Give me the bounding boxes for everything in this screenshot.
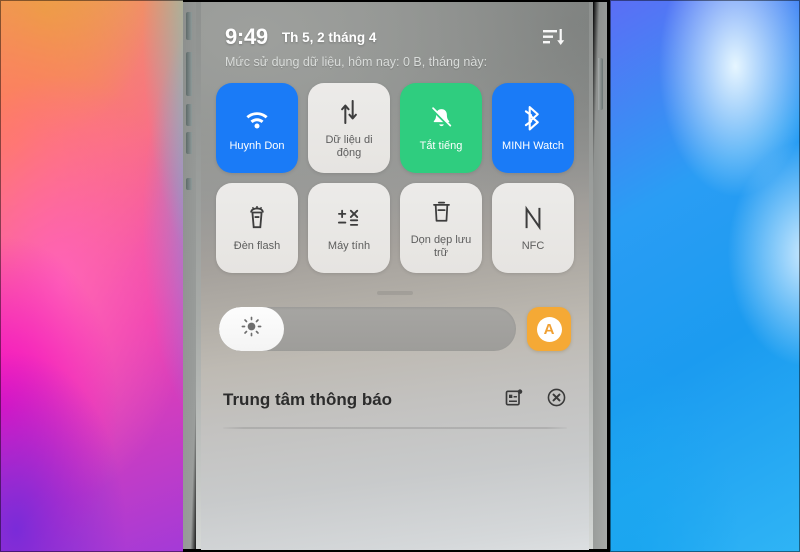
tile-wifi[interactable]: Huynh Don: [216, 83, 298, 173]
notification-center-title: Trung tâm thông báo: [223, 390, 393, 409]
panel-drag-handle-area[interactable]: [201, 273, 589, 295]
auto-brightness-icon: A: [536, 316, 562, 342]
clear-all-circle-x-icon[interactable]: [546, 387, 567, 413]
status-bar: 9:49 Th 5, 2 tháng 4: [201, 2, 589, 50]
tile-label: Tắt tiếng: [419, 140, 463, 152]
tile-label: Đèn flash: [233, 240, 281, 252]
phone-side-button-5[interactable]: [186, 178, 192, 190]
tile-calculator[interactable]: Máy tính: [308, 183, 390, 273]
brightness-row: A: [201, 295, 589, 351]
phone-side-button-4[interactable]: [186, 132, 192, 154]
auto-brightness-button[interactable]: A: [527, 307, 571, 351]
phone-side-button-3[interactable]: [186, 104, 192, 126]
tile-label: Huynh Don: [229, 140, 285, 152]
background-wallpaper-right: [610, 0, 800, 552]
notification-center-divider: [223, 427, 567, 429]
mobile-data-icon: [338, 97, 360, 127]
notification-center: Trung tâm thông báo: [201, 351, 589, 429]
phone-screen: 9:49 Th 5, 2 tháng 4 Mức sử dụng dữ liệu…: [201, 2, 589, 550]
nfc-icon: [522, 203, 544, 233]
phone-device: 9:49 Th 5, 2 tháng 4 Mức sử dụng dữ liệu…: [183, 0, 607, 552]
phone-volume-rocker[interactable]: [598, 58, 603, 110]
tile-expand-badge[interactable]: [565, 164, 574, 173]
notification-center-header: Trung tâm thông báo: [223, 387, 567, 413]
tile-nfc[interactable]: NFC: [492, 183, 574, 273]
panel-drag-handle[interactable]: [377, 291, 413, 295]
brightness-sun-icon: [241, 316, 262, 342]
data-usage-text: Mức sử dụng dữ liệu, hôm nay: 0 B, tháng…: [225, 55, 488, 69]
phone-side-button-1[interactable]: [186, 12, 192, 40]
calculator-icon: [336, 203, 362, 233]
notification-center-actions: [504, 387, 567, 413]
flashlight-icon: [246, 203, 268, 233]
tile-label: Dọn dẹp lưu trữ: [410, 233, 472, 259]
tile-expand-badge[interactable]: [289, 164, 298, 173]
notification-settings-icon[interactable]: [504, 388, 524, 413]
quick-settings-grid: Huynh Don Dữ liệu di động Tắt tiếng MINH…: [201, 69, 589, 273]
tile-storage-cleanup[interactable]: Dọn dẹp lưu trữ: [400, 183, 482, 273]
tile-label: NFC: [521, 240, 545, 252]
bell-muted-icon: [429, 103, 454, 133]
brightness-slider-fill: [219, 307, 285, 351]
tile-mobile-data[interactable]: Dữ liệu di động: [308, 83, 390, 173]
bluetooth-icon: [524, 103, 543, 133]
tile-label: Dữ liệu di động: [325, 133, 373, 159]
phone-side-button-2[interactable]: [186, 52, 192, 96]
status-clock: 9:49: [225, 24, 268, 49]
tile-label: Máy tính: [327, 240, 371, 252]
tile-flashlight[interactable]: Đèn flash: [216, 183, 298, 273]
tile-silent[interactable]: Tắt tiếng: [400, 83, 482, 173]
status-date: Th 5, 2 tháng 4: [281, 29, 377, 45]
brightness-slider[interactable]: [219, 307, 516, 351]
tile-bluetooth[interactable]: MINH Watch: [492, 83, 574, 173]
tile-label: MINH Watch: [502, 140, 564, 152]
sort-lines-arrow-icon[interactable]: [541, 27, 565, 47]
background-wallpaper-left: [0, 0, 200, 552]
wifi-icon: [243, 103, 271, 133]
trash-clean-icon: [430, 197, 453, 227]
